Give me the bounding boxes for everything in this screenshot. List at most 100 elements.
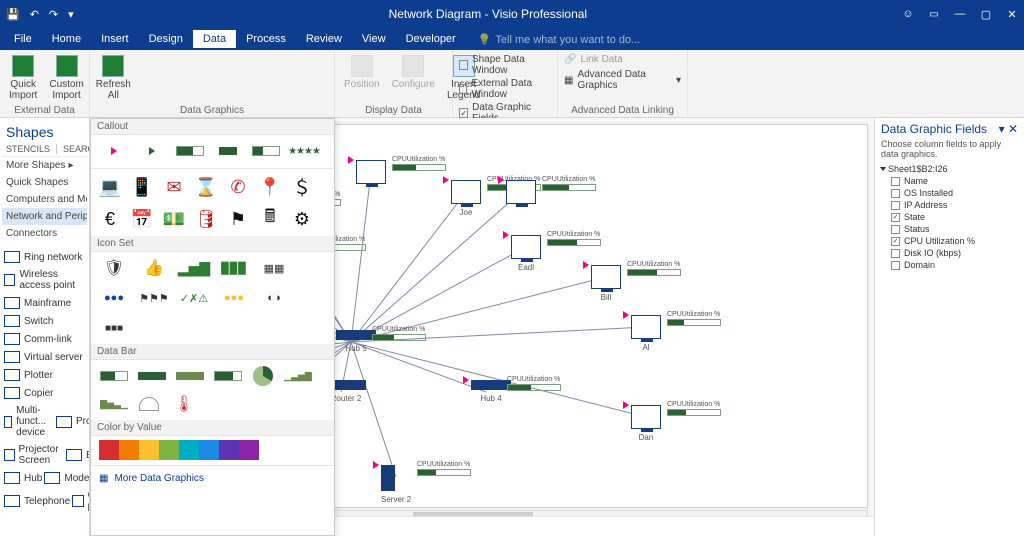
tab-view[interactable]: View (352, 30, 396, 48)
stencil-item[interactable]: Projector ScreenBridge (2, 441, 87, 469)
stencil-item[interactable]: Comm-link (2, 330, 87, 348)
callout-icon-row[interactable]: 💻 📱 ✉ ⌛ ✆ 📍 ＄ € 📅 💵 🛢 ⚑ 🖩 ⚙ (91, 170, 334, 236)
stencil-item[interactable]: Plotter (2, 366, 87, 384)
stencil-item[interactable]: Copier (2, 384, 87, 402)
undo-icon[interactable]: ↶ (30, 8, 39, 21)
more-data-graphics-link[interactable]: ▦More Data Graphics (91, 467, 334, 490)
graphics-icon: ▦ (99, 473, 108, 484)
tab-home[interactable]: Home (42, 30, 91, 48)
close-pane-icon[interactable]: ✕ (1008, 122, 1018, 136)
diagram-node[interactable]: CPUUtilization %Dan (631, 405, 661, 442)
window-title: Network Diagram - Visio Professional (74, 7, 902, 21)
shape-icon (4, 333, 20, 345)
dgf-field[interactable]: Disk IO (kbps) (891, 248, 1018, 258)
shape-icon (4, 387, 20, 399)
callout-gallery[interactable]: ★★★★ (91, 135, 334, 167)
dgf-field[interactable]: Status (891, 224, 1018, 234)
node-label: Joe (451, 208, 481, 217)
position-button[interactable]: Position (341, 53, 383, 92)
diagram-node[interactable]: CPUUtilization %Eadl (511, 235, 541, 272)
check-external-data-window[interactable]: External Data Window (459, 78, 551, 100)
help-smiley-icon[interactable]: ☺ (902, 8, 914, 20)
dgf-field-label: IP Address (904, 200, 947, 210)
dgf-field[interactable]: IP Address (891, 200, 1018, 210)
flag-icon (623, 311, 629, 319)
checkbox-icon (891, 177, 900, 186)
tab-insert[interactable]: Insert (91, 30, 139, 48)
hourglass-icon: ⌛ (195, 176, 217, 198)
shape-icon (4, 315, 20, 327)
computers-stencil[interactable]: Computers and Monitors (2, 191, 87, 208)
meter-label: CPUUtilization % (392, 156, 446, 163)
stencil-item[interactable]: Multi-funct... deviceProjector (2, 402, 87, 441)
network-peripherals-stencil[interactable]: Network and Peripherals (2, 208, 87, 225)
tab-file[interactable]: File (4, 30, 42, 48)
dgf-field[interactable]: Name (891, 176, 1018, 186)
minimize-icon[interactable]: — (954, 8, 966, 20)
tab-data[interactable]: Data (193, 30, 236, 48)
stencil-item-label: Wireless access point (19, 269, 85, 291)
stencil-item[interactable]: Mainframe (2, 294, 87, 312)
icon-set-gallery[interactable]: 🛡 👍 ▂▅▇ ▉▉▉ ▦▦ ●●● ⚑⚑⚑ ✓✗⚠ ●●● ◐◑ ■■■ (91, 252, 334, 344)
stencils-tab[interactable]: STENCILS (6, 144, 57, 154)
flag-icon (498, 176, 504, 184)
dgf-field[interactable]: Domain (891, 260, 1018, 270)
diagram-node[interactable]: CPUUtilization % (506, 180, 536, 204)
quick-shapes-link[interactable]: Quick Shapes (2, 174, 87, 191)
close-icon[interactable]: ✕ (1006, 8, 1018, 20)
meter-label: CPUUtilization % (627, 261, 681, 268)
more-shapes-link[interactable]: More Shapes ▸ (2, 157, 87, 174)
tab-design[interactable]: Design (139, 30, 193, 48)
link-data-button[interactable]: 🔗Link Data (564, 54, 623, 65)
calendar-icon: 📅 (131, 208, 153, 230)
dgf-field[interactable]: OS Installed (891, 188, 1018, 198)
shape-icon (4, 351, 20, 363)
meter-label: CPUUtilization % (547, 231, 601, 238)
chevron-down-icon[interactable]: ▾ (999, 122, 1005, 136)
tell-me-search[interactable]: 💡Tell me what you want to do... (466, 33, 641, 46)
stencil-item[interactable]: Wireless access point (2, 266, 87, 294)
tab-developer[interactable]: Developer (396, 30, 466, 48)
flag-icon: ⚑ (227, 208, 249, 230)
diagram-node[interactable]: CPUUtilization % (356, 160, 386, 184)
dgf-source[interactable]: Sheet1$B2:I26 (881, 164, 1018, 174)
dgf-field[interactable]: CPU Utilization % (891, 236, 1018, 246)
color-by-value-swatch[interactable] (91, 436, 334, 464)
stencil-item-label: Copier (24, 388, 53, 399)
save-icon[interactable]: 💾 (6, 8, 20, 21)
shape-icon (4, 416, 12, 428)
stencil-item-label: Multi-funct... device (16, 405, 54, 438)
stencil-item-label: Virtual server (24, 352, 83, 363)
mail-icon: ✉ (163, 176, 185, 198)
checkbox-icon (891, 261, 900, 270)
shapes-title: Shapes (2, 122, 87, 142)
quick-import-button[interactable]: Quick Import (6, 53, 40, 103)
shape-icon (4, 495, 20, 507)
diagram-node[interactable]: CPUUtilization %Joe (451, 180, 481, 217)
tab-review[interactable]: Review (296, 30, 352, 48)
stencil-item[interactable]: HubModem (2, 469, 87, 487)
dgf-field[interactable]: State (891, 212, 1018, 222)
diagram-node[interactable]: CPUUtilization %Hub 4 (471, 380, 511, 403)
search-tab[interactable]: SEARCH (63, 144, 90, 154)
diagram-node[interactable]: CPUUtilization %Al (631, 315, 661, 352)
stencil-item[interactable]: TelephoneCell phone (2, 487, 87, 515)
diagram-node[interactable]: CPUUtilization %Bill (591, 265, 621, 302)
diagram-node[interactable]: CPUUtilization %Hub 5 (336, 330, 376, 353)
connectors-stencil[interactable]: Connectors (2, 225, 87, 242)
configure-button[interactable]: Configure (389, 53, 438, 92)
maximize-icon[interactable]: ▢ (980, 8, 992, 20)
advanced-data-graphics-button[interactable]: ▦Advanced Data Graphics ▾ (564, 69, 681, 91)
stencil-item[interactable]: Switch (2, 312, 87, 330)
custom-import-button[interactable]: Custom Import (46, 53, 86, 103)
tab-process[interactable]: Process (236, 30, 296, 48)
stencil-item[interactable]: Ring network (2, 248, 87, 266)
checkbox-icon (891, 237, 900, 246)
ribbon-options-icon[interactable]: ▭ (928, 8, 940, 20)
stencil-item[interactable]: Virtual server (2, 348, 87, 366)
redo-icon[interactable]: ↷ (49, 8, 58, 21)
data-bar-gallery[interactable]: ▁▃▅▇ ▇▅▃▁ 🌡 (91, 360, 334, 420)
check-shape-data-window[interactable]: Shape Data Window (459, 54, 551, 76)
checkbox-icon (891, 225, 900, 234)
diagram-node[interactable]: CPUUtilization %Server 2 (381, 465, 411, 504)
